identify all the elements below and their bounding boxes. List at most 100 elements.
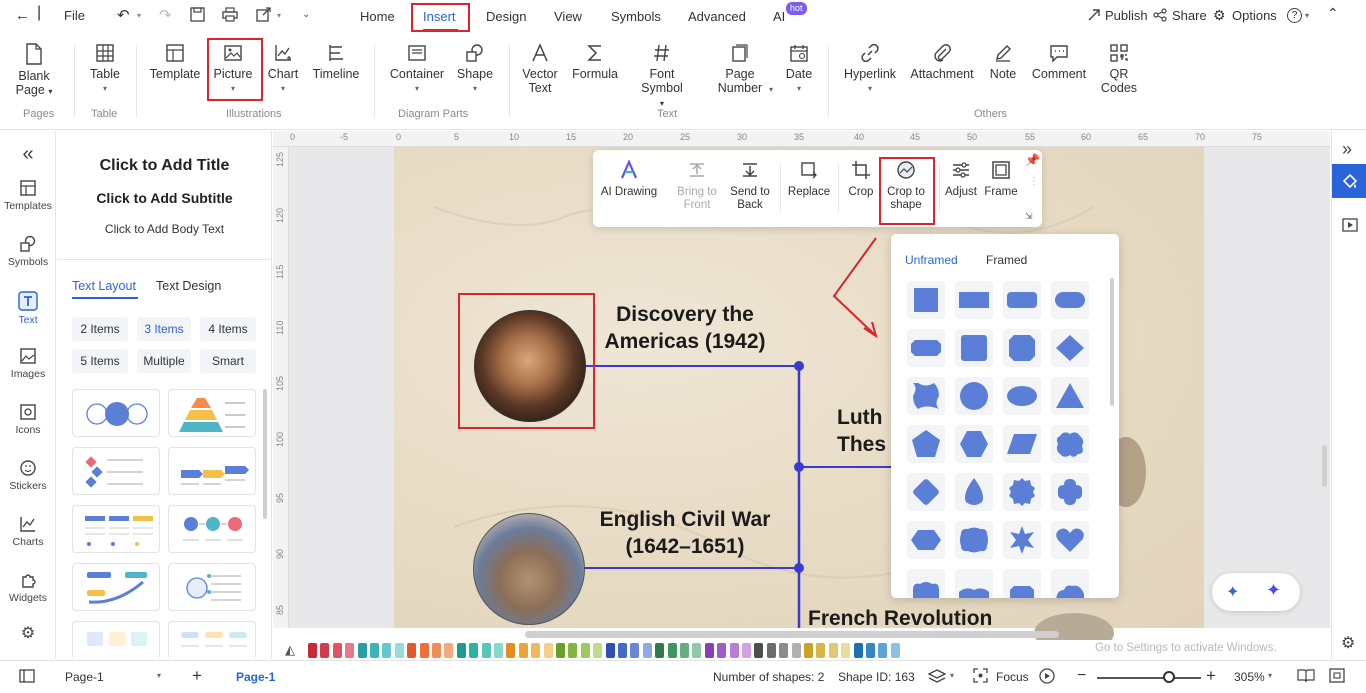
crop-shape-option[interactable] [907,473,945,511]
sidebar-item-images[interactable]: Images [0,347,56,380]
export-icon[interactable] [256,7,271,25]
add-body-text-template[interactable]: Click to Add Body Text [57,222,272,236]
sidebar-item-templates[interactable]: Templates [0,179,56,212]
save-icon[interactable] [190,7,205,25]
tab-text-layout[interactable]: Text Layout [72,279,136,293]
canvas-vertical-scrollbar[interactable] [1322,445,1327,487]
color-swatch[interactable] [853,643,863,658]
color-swatch[interactable] [890,643,900,658]
color-swatch[interactable] [506,643,516,658]
qr-codes-button[interactable]: QR Codes [1100,43,1138,95]
color-swatch[interactable] [494,643,503,658]
font-symbol-button[interactable]: Font Symbol ▾ [638,43,686,111]
tab-design[interactable]: Design [486,9,526,24]
crop-shape-option[interactable] [907,521,945,559]
color-swatch[interactable] [642,643,652,658]
layout-thumbnail[interactable] [168,505,256,553]
sidebar-item-icons[interactable]: Icons [0,403,56,436]
color-swatch[interactable] [444,643,454,658]
civil-war-painting-image[interactable] [473,513,585,625]
crop-shape-option[interactable] [1051,473,1089,511]
event-title-luther[interactable]: Luth Thes [837,404,897,458]
layout-thumbnail[interactable] [168,621,256,659]
event-title-civil-war[interactable]: English Civil War (1642–1651) [589,506,781,560]
chip-3-items[interactable]: 3 Items [137,317,191,341]
layout-thumbnail[interactable] [168,389,256,437]
crop-shape-option[interactable] [955,569,993,598]
crop-shape-option[interactable] [955,377,993,415]
color-swatch[interactable] [407,643,417,658]
play-icon[interactable] [1039,668,1055,687]
expand-toolbar-icon[interactable]: ⇲ [1025,211,1033,222]
crop-shape-option[interactable] [955,329,993,367]
page-select[interactable]: Page-1 [65,670,104,684]
color-swatch[interactable] [717,643,727,658]
color-swatch[interactable] [680,643,689,658]
color-swatch[interactable] [791,643,801,658]
panel-scrollbar[interactable] [263,389,267,519]
crop-shape-option[interactable] [1003,521,1041,559]
expand-right-panel-icon[interactable]: » [1342,139,1352,160]
color-swatch[interactable] [692,643,702,658]
slideshow-icon[interactable] [1342,217,1358,236]
color-swatch[interactable] [754,643,764,658]
undo-icon[interactable]: ↶ [117,6,130,24]
layout-thumbnail[interactable] [168,563,256,611]
more-dropdown-icon[interactable]: ⌄ [302,9,310,20]
help-dropdown-icon[interactable]: ▾ [1305,11,1309,20]
chip-5-items[interactable]: 5 Items [72,349,128,373]
container-button[interactable]: Container ▾ [388,43,446,96]
color-swatch[interactable] [568,643,578,658]
tab-home[interactable]: Home [360,9,395,24]
crop-shape-option[interactable] [1051,425,1089,463]
tab-ai[interactable]: AI [773,9,785,24]
chip-smart[interactable]: Smart [200,349,256,373]
layout-thumbnail[interactable] [72,447,160,495]
tab-text-design[interactable]: Text Design [156,279,221,293]
sidebar-item-stickers[interactable]: Stickers [0,459,56,492]
color-swatch[interactable] [531,643,541,658]
fit-page-icon[interactable] [1329,668,1345,686]
crop-shape-option[interactable] [907,569,945,598]
comment-button[interactable]: Comment [1030,43,1088,81]
color-swatch[interactable] [655,643,665,658]
zoom-level[interactable]: 305% [1234,670,1265,684]
color-swatch[interactable] [320,643,330,658]
color-swatch[interactable] [878,643,888,658]
options-button[interactable]: Options [1232,8,1277,23]
timeline-button[interactable]: Timeline [309,43,363,81]
crop-shape-option[interactable] [955,281,993,319]
print-icon[interactable] [222,7,238,25]
hyperlink-button[interactable]: Hyperlink ▾ [841,43,899,96]
color-swatch[interactable] [593,643,603,658]
event-title-discovery[interactable]: Discovery the Americas (1942) [589,301,781,355]
crop-shape-option[interactable] [1003,569,1041,598]
send-to-back-button[interactable]: Send to Back [727,160,773,212]
page-panel-toggle-icon[interactable] [19,669,35,686]
layers-icon[interactable] [927,668,947,687]
color-swatch[interactable] [382,643,392,658]
crop-shape-option[interactable] [1051,329,1089,367]
collapse-panel-icon[interactable]: « [0,143,56,166]
sidebar-item-widgets[interactable]: Widgets [0,571,56,604]
color-swatch[interactable] [456,643,466,658]
layout-thumbnail[interactable] [72,505,160,553]
color-swatch[interactable] [704,643,714,658]
export-dropdown-icon[interactable]: ▾ [277,11,281,20]
focus-button[interactable]: Focus [996,670,1029,684]
undo-dropdown-icon[interactable]: ▾ [137,11,141,20]
template-button[interactable]: Template [148,43,202,81]
chart-button[interactable]: Chart ▾ [265,43,301,96]
color-swatch[interactable] [394,643,404,658]
crop-shape-option[interactable] [907,425,945,463]
crop-shape-option[interactable] [1003,281,1041,319]
ai-sparkle-icon[interactable]: ✦ [1266,580,1281,601]
color-swatch[interactable] [518,643,528,658]
settings-gear-icon[interactable]: ⚙ [0,623,56,643]
page-number-dropdown-icon[interactable]: ▾ [769,85,773,94]
color-swatch[interactable] [729,643,739,658]
attachment-button[interactable]: Attachment [910,43,974,81]
tab-framed[interactable]: Framed [986,253,1027,267]
collapse-ribbon-icon[interactable]: ⌃ [1327,5,1339,22]
color-swatch[interactable] [543,643,553,658]
